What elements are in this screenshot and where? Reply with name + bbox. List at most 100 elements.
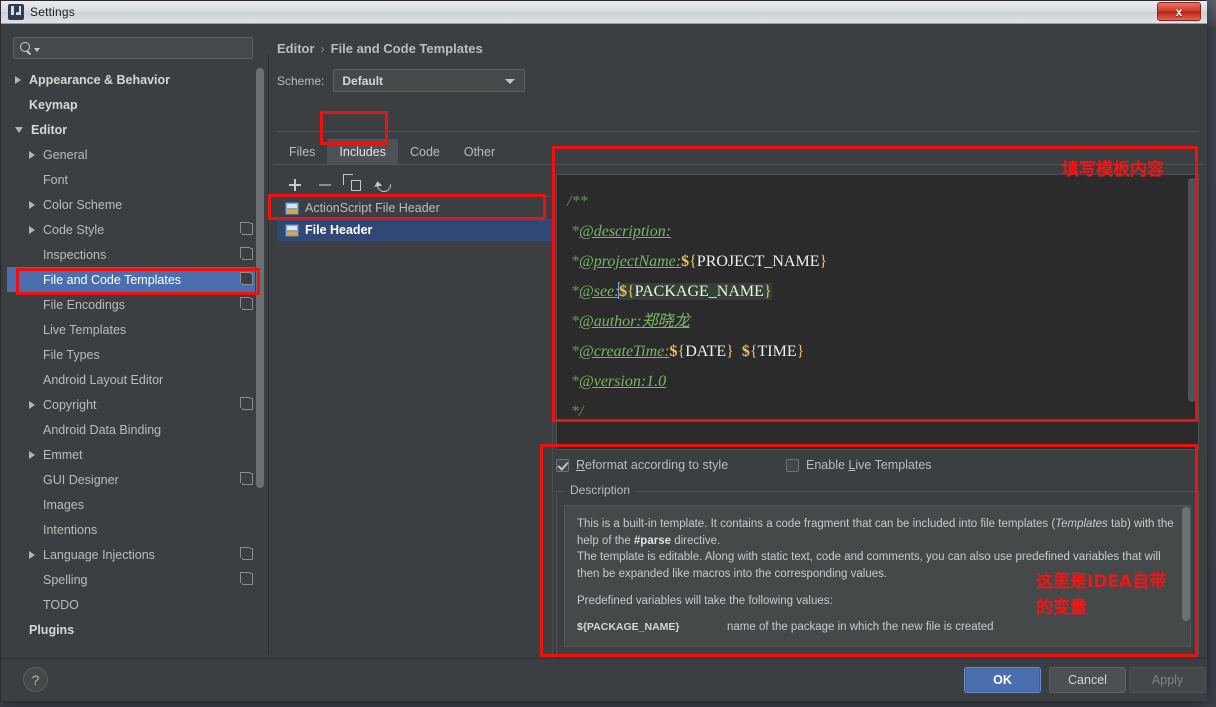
checkbox-box[interactable]	[786, 458, 799, 472]
sidebar-item-label: File Types	[43, 347, 100, 362]
remove-template-icon[interactable]	[317, 177, 333, 193]
editor-token: $	[741, 343, 750, 360]
editor-options-row: Reformat according to style Enable Live …	[556, 455, 1199, 475]
settings-tree[interactable]: Appearance & Behavior Keymap Editor General…	[7, 67, 265, 647]
panel-divider	[268, 54, 269, 654]
enable-live-templates-checkbox[interactable]: Enable Live Templates	[786, 458, 932, 472]
sidebar-item-appearance-behavior[interactable]: Appearance & Behavior	[7, 67, 265, 92]
tab-files[interactable]: Files	[277, 139, 327, 164]
editor-token: *	[567, 223, 579, 240]
dialog-titlebar[interactable]: Settings x	[1, 1, 1207, 24]
search-icon	[19, 41, 33, 55]
list-item-label: ActionScript File Header	[305, 201, 440, 215]
settings-sidebar: Appearance & Behavior Keymap Editor General…	[7, 31, 265, 651]
sidebar-item-android-data-binding[interactable]: Android Data Binding	[7, 417, 265, 442]
sidebar-item-font[interactable]: Font	[7, 167, 265, 192]
sidebar-item-color-scheme[interactable]: Color Scheme	[7, 192, 265, 217]
sidebar-item-label: Inspections	[43, 247, 107, 262]
sidebar-item-copyright[interactable]: Copyright	[7, 392, 265, 417]
sidebar-item-file-encodings[interactable]: File Encodings	[7, 292, 265, 317]
sidebar-item-android-layout-editor[interactable]: Android Layout Editor	[7, 367, 265, 392]
sidebar-item-todo[interactable]: TODO	[7, 592, 265, 617]
breadcrumb-parent[interactable]: Editor	[277, 41, 315, 56]
editor-token: *	[567, 373, 579, 390]
editor-token: *	[567, 253, 579, 270]
copy-settings-icon	[240, 547, 253, 560]
template-editor[interactable]: /** *@description: *@projectName:${PROJE…	[556, 174, 1199, 450]
sidebar-item-label: TODO	[43, 597, 79, 612]
description-scrollbar-thumb[interactable]	[1182, 507, 1190, 621]
sidebar-item-images[interactable]: Images	[7, 492, 265, 517]
copy-settings-icon	[240, 397, 253, 410]
copy-settings-icon	[240, 272, 253, 285]
sidebar-item-label: File Encodings	[43, 297, 125, 312]
sidebar-item-label: File and Code Templates	[43, 272, 182, 287]
sidebar-item-intentions[interactable]: Intentions	[7, 517, 265, 542]
breadcrumb: Editor › File and Code Templates	[277, 41, 483, 56]
editor-line: */	[567, 397, 1188, 427]
sidebar-item-code-style[interactable]: Code Style	[7, 217, 265, 242]
editor-line: *@see:${PACKAGE_NAME}	[567, 277, 1188, 307]
cancel-button[interactable]: Cancel	[1049, 667, 1126, 693]
editor-scrollbar[interactable]	[1188, 176, 1197, 448]
chevron-right-icon[interactable]	[29, 450, 35, 459]
editor-token: @createTime:	[579, 343, 670, 360]
chevron-down-icon[interactable]	[15, 126, 23, 133]
sidebar-item-editor[interactable]: Editor	[7, 117, 265, 142]
reformat-according-to-style-checkbox[interactable]: Reformat according to style	[556, 458, 786, 472]
variable-description: name of the package in which the new fil…	[727, 620, 994, 633]
tab-other[interactable]: Other	[452, 139, 507, 164]
sidebar-item-spelling[interactable]: Spelling	[7, 567, 265, 592]
description-paragraph-1: This is a built-in template. It contains…	[577, 518, 1174, 547]
template-file-icon	[285, 201, 299, 215]
editor-token: }	[763, 283, 772, 300]
copy-settings-icon	[240, 247, 253, 260]
sidebar-item-label: Appearance & Behavior	[29, 72, 171, 87]
apply-button[interactable]: Apply	[1129, 667, 1206, 693]
sidebar-item-label: Editor	[31, 122, 68, 137]
sidebar-item-plugins[interactable]: Plugins	[7, 617, 265, 642]
sidebar-scrollbar-thumb[interactable]	[256, 68, 264, 488]
checkbox-label: Reformat according to style	[576, 458, 729, 472]
scheme-select[interactable]: Default	[333, 69, 526, 92]
help-button[interactable]: ?	[23, 667, 48, 692]
sidebar-item-file-and-code-templates[interactable]: File and Code Templates	[7, 267, 265, 292]
settings-dialog: Settings x Appearance & Behavior Keymap Ed…	[0, 0, 1207, 701]
reset-template-icon[interactable]	[374, 175, 394, 195]
sidebar-item-general[interactable]: General	[7, 142, 265, 167]
annotation-idea-builtin-variables: 这里是IDEA自带 的变量	[1036, 572, 1167, 618]
close-icon[interactable]: x	[1157, 2, 1201, 21]
sidebar-item-inspections[interactable]: Inspections	[7, 242, 265, 267]
sidebar-item-label: Language Injections	[43, 547, 155, 562]
template-editor-text[interactable]: /** *@description: *@projectName:${PROJE…	[557, 175, 1188, 449]
sidebar-item-live-templates[interactable]: Live Templates	[7, 317, 265, 342]
chevron-right-icon[interactable]	[29, 550, 35, 559]
add-template-icon[interactable]	[287, 177, 303, 193]
chevron-right-icon[interactable]	[29, 150, 35, 159]
ok-button[interactable]: OK	[964, 667, 1041, 693]
tab-code[interactable]: Code	[398, 139, 452, 164]
tab-includes[interactable]: Includes	[327, 139, 398, 164]
search-box[interactable]	[13, 37, 253, 59]
chevron-right-icon[interactable]	[29, 200, 35, 209]
chevron-right-icon[interactable]	[29, 400, 35, 409]
list-item[interactable]: File Header	[277, 219, 552, 241]
editor-scrollbar-thumb[interactable]	[1188, 178, 1196, 402]
editor-token: *	[567, 313, 579, 330]
chevron-right-icon[interactable]	[15, 75, 21, 84]
search-input[interactable]	[40, 42, 252, 54]
sidebar-item-language-injections[interactable]: Language Injections	[7, 542, 265, 567]
copy-settings-icon	[240, 572, 253, 585]
intellij-idea-icon	[8, 4, 24, 20]
sidebar-item-keymap[interactable]: Keymap	[7, 92, 265, 117]
sidebar-item-file-types[interactable]: File Types	[7, 342, 265, 367]
copy-template-icon[interactable]	[347, 177, 363, 193]
template-list[interactable]: ActionScript File Header File Header	[277, 197, 553, 659]
sidebar-item-emmet[interactable]: Emmet	[7, 442, 265, 467]
checkbox-box[interactable]	[556, 458, 569, 472]
sidebar-scrollbar[interactable]	[255, 67, 265, 647]
editor-token: $	[618, 283, 627, 300]
chevron-right-icon[interactable]	[29, 225, 35, 234]
list-item[interactable]: ActionScript File Header	[277, 197, 552, 219]
sidebar-item-gui-designer[interactable]: GUI Designer	[7, 467, 265, 492]
